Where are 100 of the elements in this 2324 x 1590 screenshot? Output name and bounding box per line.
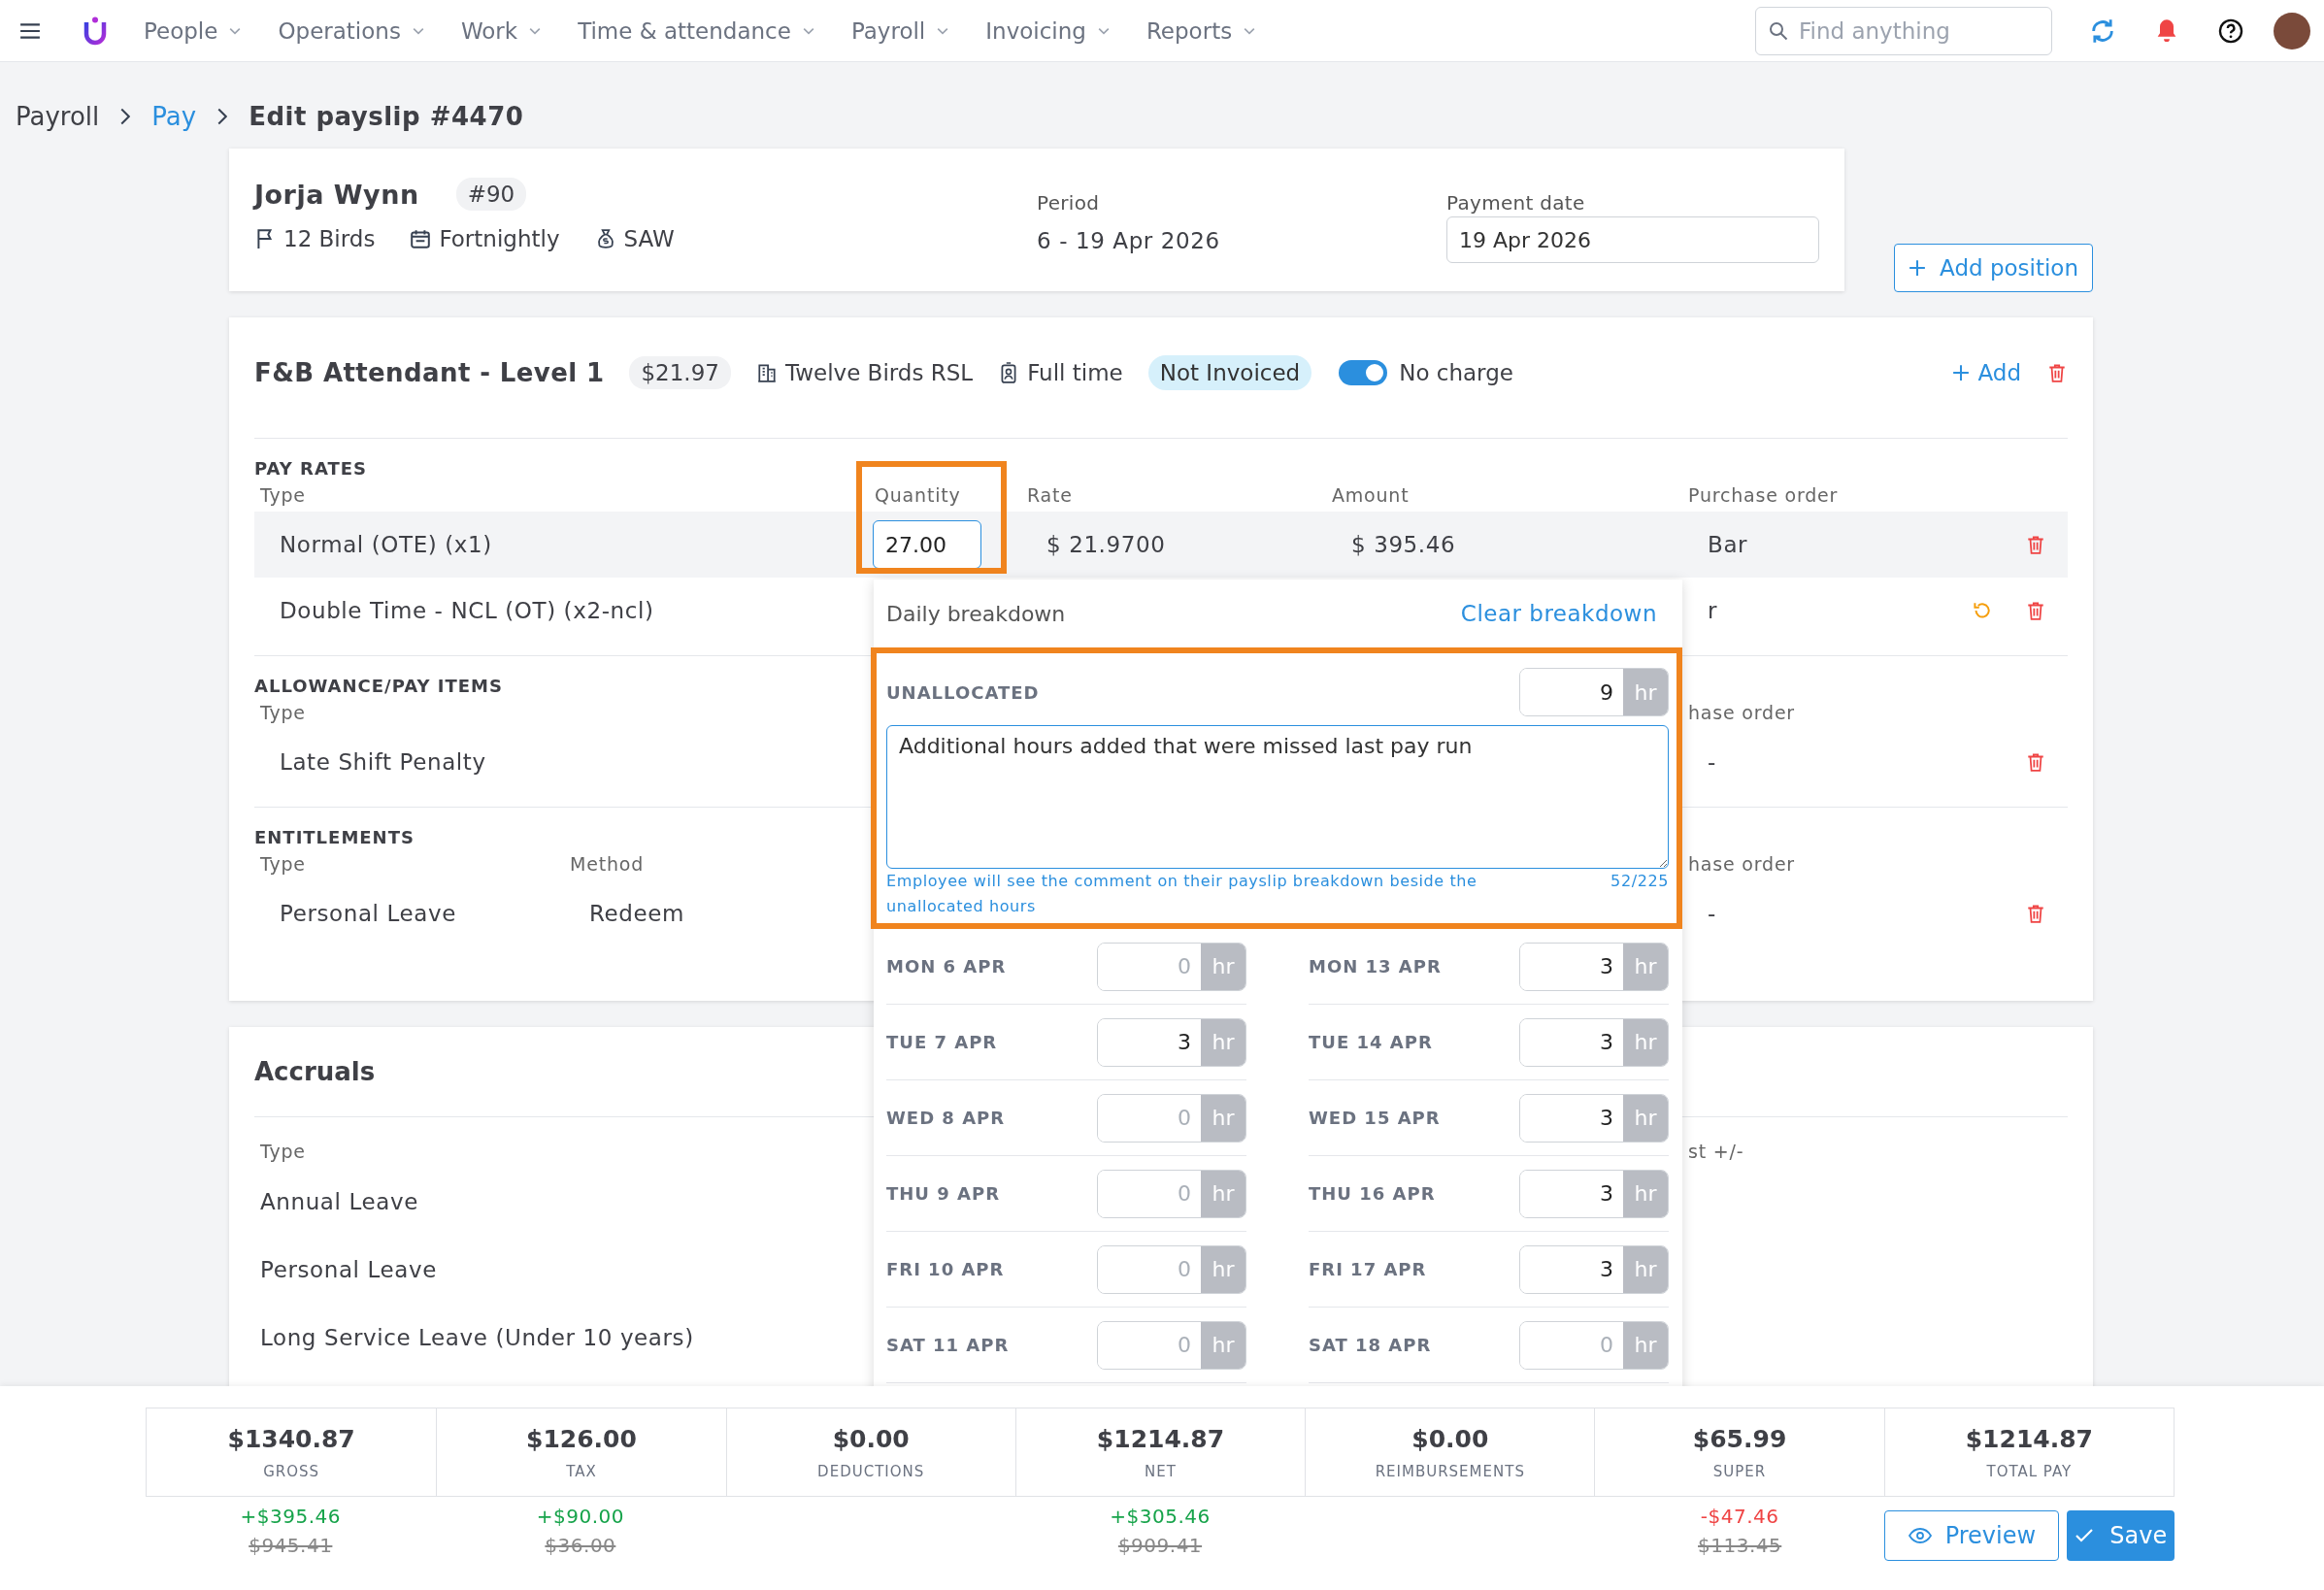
nav-menu-item[interactable]: People — [144, 17, 242, 44]
column-header: Type — [259, 484, 306, 506]
nav-menu-item[interactable]: Invoicing — [985, 17, 1110, 44]
employment-type: Full time — [1027, 360, 1123, 385]
table-cell-text: r — [1707, 598, 1718, 623]
trash-icon[interactable] — [2046, 362, 2068, 383]
chevron-down-icon — [1244, 26, 1256, 35]
employee-detail: 12 Birds — [283, 226, 376, 251]
payment-date-field[interactable]: 19 Apr 2026 — [1446, 216, 1819, 263]
chevron-right-icon — [217, 108, 228, 125]
table-cell-text: $ 21.9700 — [1046, 532, 1166, 557]
plus-icon — [1952, 364, 1971, 381]
trash-icon[interactable] — [2025, 751, 2046, 773]
chevron-right-icon — [120, 108, 131, 125]
table-cell-text: Redeem — [588, 901, 684, 926]
employee-detail: Fortnightly — [439, 226, 560, 251]
preview-button[interactable]: Preview — [1884, 1510, 2060, 1561]
add-button[interactable]: Add — [1952, 360, 2021, 385]
table-cell-text: - — [1707, 749, 1716, 775]
nav-menu-item[interactable]: Reports — [1145, 17, 1256, 44]
employee-number: #90 — [455, 178, 527, 211]
summary-change: +$305.46 — [1110, 1505, 1211, 1528]
hours-field[interactable]: 3 hr — [1097, 1017, 1246, 1067]
hours-field[interactable]: 3 hr — [1519, 1093, 1669, 1143]
summary-amount: $65.99 — [1692, 1424, 1787, 1453]
day-label: MON 13 APR — [1309, 956, 1442, 977]
unallocated-label: UNALLOCATED — [886, 681, 1040, 703]
previous-amount: $36.00 — [545, 1534, 616, 1557]
summary-label: REIMBURSEMENTS — [1375, 1462, 1525, 1480]
summary-label: GROSS — [263, 1462, 320, 1480]
day-label: MON 6 APR — [886, 956, 1007, 977]
day-label: FRI 10 APR — [886, 1259, 1005, 1279]
trash-icon[interactable] — [2025, 600, 2046, 621]
undo-icon[interactable] — [1971, 600, 1992, 621]
user-avatar[interactable] — [2274, 12, 2310, 50]
column-header: Method — [569, 853, 645, 875]
employee-name: Jorja Wynn — [254, 179, 419, 210]
trash-icon[interactable] — [2025, 534, 2046, 555]
previous-amount: $909.41 — [1117, 1534, 1203, 1557]
trash-icon[interactable] — [2025, 903, 2046, 924]
menu-icon[interactable] — [19, 21, 41, 40]
summary-amount: $0.00 — [1411, 1424, 1489, 1453]
table-cell-text: - — [1707, 901, 1716, 926]
clear-breakdown-link[interactable]: Clear breakdown — [1460, 601, 1657, 626]
quantity-field[interactable]: 27.00 — [873, 520, 981, 569]
hours-field[interactable]: 3 hr — [1519, 1244, 1669, 1294]
breadcrumb-link[interactable]: Pay — [151, 102, 197, 131]
hours-field[interactable]: 9 hr — [1519, 668, 1669, 716]
column-header: Type — [259, 1141, 306, 1162]
nav-menu-item[interactable]: Work — [460, 17, 542, 44]
no-charge-toggle[interactable] — [1339, 360, 1388, 385]
payment-date-label: Payment date — [1446, 191, 1586, 215]
chevron-down-icon — [937, 26, 949, 35]
hours-field[interactable]: 3 hr — [1519, 942, 1669, 991]
summary-amount: $126.00 — [526, 1424, 637, 1453]
nav-menu-item[interactable]: Operations — [278, 17, 424, 44]
plus-icon — [1909, 259, 1927, 277]
summary-label: SUPER — [1712, 1462, 1767, 1480]
period-value: 6 - 19 Apr 2026 — [1037, 228, 1221, 253]
section-title: ENTITLEMENTS — [254, 827, 415, 847]
refresh-icon[interactable] — [2089, 17, 2116, 45]
calendar-icon — [410, 228, 432, 249]
day-label: FRI 17 APR — [1309, 1259, 1427, 1279]
summary-amount: $1340.87 — [227, 1424, 355, 1453]
save-button[interactable]: Save — [2067, 1510, 2175, 1561]
day-label: SAT 18 APR — [1309, 1335, 1432, 1355]
column-header: Type — [259, 853, 306, 875]
help-icon[interactable] — [2217, 17, 2244, 45]
no-charge-label: No charge — [1399, 360, 1513, 385]
summary-change: -$47.46 — [1700, 1505, 1779, 1528]
day-label: THU 16 APR — [1309, 1183, 1436, 1204]
day-label: THU 9 APR — [886, 1183, 1000, 1204]
table-cell-text: Annual Leave — [259, 1189, 418, 1214]
logo-icon[interactable] — [83, 16, 107, 46]
hours-field[interactable]: 3 hr — [1519, 1169, 1669, 1218]
summary-amount: $1214.87 — [1965, 1424, 2093, 1453]
comment-hint: Employee will see the comment on their payslip breakdown beside the unallocated hours — [886, 871, 1478, 917]
table-cell-text: Double Time - NCL (OT) (x2-ncl) — [279, 598, 654, 623]
column-header: Amount — [1331, 484, 1410, 506]
hours-field[interactable]: 3 hr — [1519, 1017, 1669, 1067]
table-cell-text: Personal Leave — [259, 1257, 437, 1282]
search-field[interactable]: Find anything — [1755, 6, 2052, 55]
table-cell-text: Late Shift Penalty — [279, 749, 486, 775]
day-label: TUE 7 APR — [886, 1032, 998, 1052]
column-header: Quantity — [874, 484, 961, 506]
nav-menu-item[interactable]: Payroll — [850, 17, 949, 44]
breadcrumb-item: Edit payslip #4470 — [249, 102, 524, 131]
comment-field[interactable]: Additional hours added that were missed last pay run — [886, 725, 1669, 869]
day-label: TUE 14 APR — [1309, 1032, 1433, 1052]
character-count: 52/225 — [1610, 871, 1669, 892]
summary-label: NET — [1145, 1462, 1177, 1480]
table-cell-text: $ 395.46 — [1350, 532, 1456, 557]
column-header: Type — [259, 702, 306, 723]
summary-change: +$395.46 — [240, 1505, 341, 1528]
position-rate: $21.97 — [629, 356, 731, 389]
nav-menu-item[interactable]: Time & attendance — [578, 17, 814, 44]
summary-label: DEDUCTIONS — [817, 1462, 925, 1480]
add-position-button[interactable]: Add position — [1894, 244, 2093, 292]
employee-detail: SAW — [623, 226, 675, 251]
section-title: ALLOWANCE/PAY ITEMS — [254, 676, 503, 696]
